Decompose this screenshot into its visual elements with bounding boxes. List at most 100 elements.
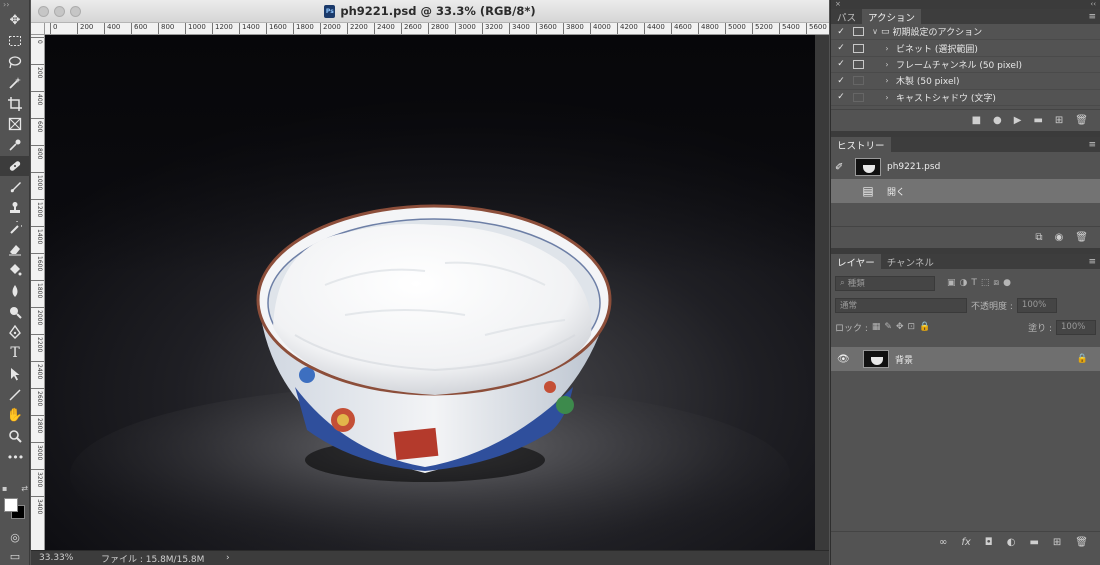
lock-artboard-icon[interactable]: ⊡ xyxy=(908,322,916,332)
zoom-window-button[interactable] xyxy=(70,6,81,17)
zoom-tool-icon[interactable] xyxy=(0,426,30,447)
line-tool-icon[interactable] xyxy=(0,384,30,405)
layer-style-icon[interactable]: fx xyxy=(961,537,970,548)
action-enabled-check-icon[interactable]: ✓ xyxy=(834,76,848,86)
record-icon[interactable]: ● xyxy=(993,115,1002,126)
lock-image-icon[interactable]: ✎ xyxy=(884,322,892,332)
paint-bucket-tool-icon[interactable] xyxy=(0,260,30,281)
tab-channels[interactable]: チャンネル xyxy=(881,254,940,269)
close-window-button[interactable] xyxy=(38,6,49,17)
action-row[interactable]: ✓ › キャストシャドウ (文字) xyxy=(831,90,1100,106)
hand-tool-icon[interactable]: ✋ xyxy=(0,405,30,426)
close-panel-icon[interactable]: × xyxy=(835,0,841,9)
tab-paths[interactable]: パス xyxy=(831,9,862,24)
action-enabled-check-icon[interactable]: ✓ xyxy=(834,92,848,102)
action-expand-chevron-icon[interactable]: › xyxy=(881,93,893,102)
opacity-field[interactable]: 100% xyxy=(1016,297,1057,313)
more-tools-icon[interactable]: ••• xyxy=(0,447,30,468)
play-icon[interactable]: ▶ xyxy=(1014,115,1022,126)
default-colors-icon[interactable]: ▪ xyxy=(2,484,7,496)
new-group-icon[interactable]: ▬ xyxy=(1029,537,1038,548)
dodge-tool-icon[interactable] xyxy=(0,301,30,322)
eraser-tool-icon[interactable] xyxy=(0,239,30,260)
vertical-scrollbar[interactable] xyxy=(815,35,829,550)
action-expand-chevron-icon[interactable]: ∨ xyxy=(869,27,881,36)
filter-pixel-icon[interactable]: ▣ xyxy=(947,278,956,288)
zoom-level-field[interactable]: 33.33% xyxy=(31,553,91,563)
healing-brush-tool-icon[interactable] xyxy=(0,155,30,177)
filter-smart-object-icon[interactable]: ⧈ xyxy=(993,278,999,288)
new-action-icon[interactable]: ⊞ xyxy=(1055,115,1063,126)
lock-all-icon[interactable]: 🔒 xyxy=(919,322,930,332)
tab-layers[interactable]: レイヤー xyxy=(831,254,881,269)
quick-mask-icon[interactable]: ◎ xyxy=(0,528,30,546)
type-tool-icon[interactable]: T xyxy=(0,343,30,364)
fill-field[interactable]: 100% xyxy=(1056,319,1096,335)
action-dialog-toggle-icon[interactable] xyxy=(853,76,864,86)
screen-mode-icon[interactable]: ▭ xyxy=(0,547,30,565)
image-canvas[interactable] xyxy=(45,35,815,550)
delete-state-icon[interactable]: 🗑 xyxy=(1075,232,1088,243)
action-row[interactable]: ✓ › 木製 (50 pixel) xyxy=(831,73,1100,90)
status-menu-arrow[interactable]: › xyxy=(226,553,230,563)
history-brush-tool-icon[interactable] xyxy=(0,218,30,239)
magic-wand-tool-icon[interactable] xyxy=(0,72,30,93)
history-menu-icon[interactable]: ≡ xyxy=(1088,140,1096,150)
swap-colors-icon[interactable]: ⇄ xyxy=(21,484,28,496)
filter-type-icon[interactable]: T xyxy=(971,278,977,288)
document-titlebar[interactable]: Ps ph9221.psd @ 33.3% (RGB/8*) xyxy=(31,0,829,23)
new-document-from-state-icon[interactable]: ⧉ xyxy=(1035,232,1042,243)
move-tool-icon[interactable]: ✥ xyxy=(0,10,30,31)
pen-tool-icon[interactable] xyxy=(0,322,30,343)
tab-history[interactable]: ヒストリー xyxy=(831,137,891,152)
layers-menu-icon[interactable]: ≡ xyxy=(1088,257,1096,267)
action-expand-chevron-icon[interactable]: › xyxy=(881,60,893,69)
vertical-ruler[interactable]: 0 200 400 600 800 1000 1200 1400 1600 1800 2000 220… xyxy=(31,35,45,550)
minimize-window-button[interactable] xyxy=(54,6,65,17)
action-enabled-check-icon[interactable]: ✓ xyxy=(834,59,848,69)
frame-tool-icon[interactable] xyxy=(0,114,30,135)
layer-name[interactable]: 背景 xyxy=(895,353,913,366)
visibility-eye-icon[interactable]: 👁 xyxy=(837,354,857,365)
path-selection-tool-icon[interactable] xyxy=(0,364,30,385)
add-mask-icon[interactable]: ◘ xyxy=(985,537,993,548)
lock-transparency-icon[interactable]: ▦ xyxy=(872,322,881,332)
action-dialog-toggle-icon[interactable] xyxy=(853,43,864,53)
action-row[interactable]: ✓ › ビネット (選択範囲) xyxy=(831,40,1100,57)
crop-tool-icon[interactable] xyxy=(0,93,30,114)
action-dialog-toggle-icon[interactable] xyxy=(853,92,864,102)
blend-mode-select[interactable]: 通常 xyxy=(835,297,967,313)
history-state[interactable]: ▤ 開く xyxy=(831,179,1100,203)
delete-action-icon[interactable]: 🗑 xyxy=(1075,115,1088,126)
new-adjustment-layer-icon[interactable]: ◐ xyxy=(1007,537,1016,548)
new-set-folder-icon[interactable]: ▬ xyxy=(1033,115,1042,126)
delete-layer-icon[interactable]: 🗑 xyxy=(1075,537,1088,548)
layer-row[interactable]: 👁 背景 🔒 xyxy=(831,347,1100,371)
filter-shape-icon[interactable]: ⬚ xyxy=(981,278,990,288)
action-expand-chevron-icon[interactable]: › xyxy=(881,44,893,53)
action-dialog-toggle-icon[interactable] xyxy=(853,59,864,69)
layer-filter-field[interactable]: ⌕ 種類 xyxy=(835,275,935,291)
foreground-color-swatch[interactable] xyxy=(4,498,18,512)
new-layer-icon[interactable]: ⊞ xyxy=(1053,537,1061,548)
marquee-tool-icon[interactable] xyxy=(0,31,30,52)
ruler-origin[interactable] xyxy=(31,23,45,35)
lasso-tool-icon[interactable] xyxy=(0,52,30,73)
filter-toggle-icon[interactable]: ● xyxy=(1003,278,1011,288)
snapshot-camera-icon[interactable]: ◉ xyxy=(1055,232,1064,243)
panel-menu-icon[interactable]: ≡ xyxy=(1088,12,1096,22)
stop-icon[interactable]: ■ xyxy=(972,115,981,126)
history-source-brush-icon[interactable]: ✐ xyxy=(835,162,849,173)
action-enabled-check-icon[interactable]: ✓ xyxy=(834,43,848,53)
toolbar-grip-icon[interactable]: ›› xyxy=(0,0,29,10)
tab-actions[interactable]: アクション xyxy=(862,9,922,24)
blur-tool-icon[interactable] xyxy=(0,280,30,301)
horizontal-ruler[interactable]: 0 200 400 600 800 1000 1200 1400 1600 1800 2000 220… xyxy=(45,23,829,35)
clone-stamp-tool-icon[interactable] xyxy=(0,197,30,218)
link-layers-icon[interactable]: ∞ xyxy=(939,537,947,548)
brush-tool-icon[interactable] xyxy=(0,176,30,197)
action-row[interactable]: ✓ › フレームチャンネル (50 pixel) xyxy=(831,57,1100,74)
eyedropper-tool-icon[interactable] xyxy=(0,135,30,156)
collapse-panels-icon[interactable]: ‹‹ xyxy=(1090,0,1096,9)
lock-position-icon[interactable]: ✥ xyxy=(896,322,904,332)
